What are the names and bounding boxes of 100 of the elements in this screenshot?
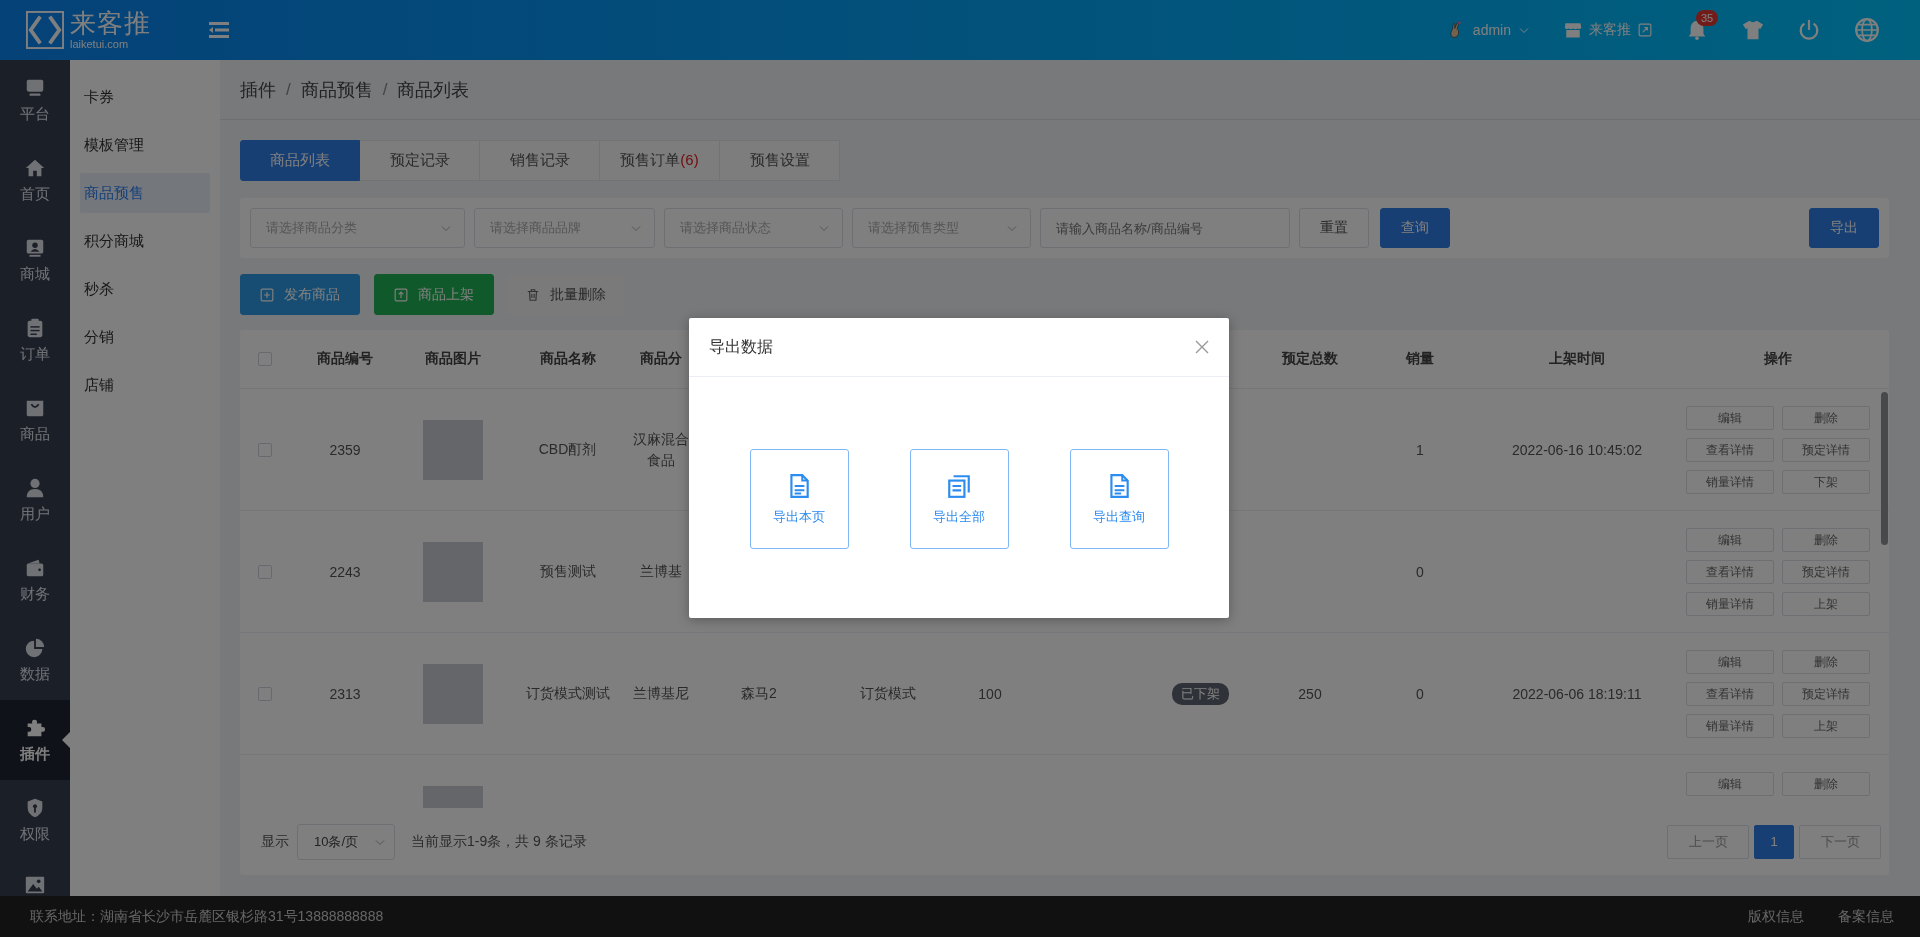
column-header: 商品名称 [539, 350, 596, 368]
checkbox[interactable] [258, 442, 272, 457]
tab[interactable]: 预售设置 [720, 140, 840, 181]
dialog-title: 导出数据 [709, 336, 773, 357]
nav-rail-item[interactable]: 插件 [0, 700, 70, 780]
external-link-icon [1638, 23, 1652, 37]
table-cell: 2313 [329, 685, 361, 702]
table-cell: 2022-06-06 18:19:11 [1512, 685, 1642, 702]
table-cell-line: 汉麻混合 [633, 429, 689, 449]
record-summary: 当前显示1-9条，共 9 条记录 [411, 832, 587, 851]
table-cell-line: 食品 [646, 450, 676, 470]
power-icon[interactable] [1798, 19, 1820, 41]
table-cell: 100 [978, 685, 1002, 702]
status-badge: 已下架 [1171, 682, 1229, 705]
row-action-button[interactable]: 预定详情 [1782, 682, 1870, 706]
column-header: 商品图片 [424, 350, 481, 368]
column-header: 预定总数 [1282, 350, 1338, 368]
submenu-item[interactable]: 积分商城 [80, 221, 210, 261]
tab[interactable]: 预定记录 [360, 140, 480, 181]
nav-rail-item[interactable]: 商品 [0, 380, 70, 460]
row-action-button[interactable]: 编辑 [1686, 650, 1774, 674]
breadcrumb-link[interactable]: 插件 [240, 77, 276, 102]
table-cell: 预售测试 [539, 562, 596, 581]
export-option-button[interactable]: 导出本页 [749, 449, 849, 549]
page-button[interactable]: 1 [1754, 824, 1794, 859]
menu-toggle-icon[interactable] [209, 21, 229, 39]
table-cell: 0 [1416, 685, 1424, 702]
row-action-button[interactable]: 删除 [1782, 772, 1870, 796]
footer-link[interactable]: 备案信息 [1838, 907, 1894, 926]
submenu-item[interactable]: 商品预售 [80, 173, 210, 213]
row-action-button[interactable]: 预定详情 [1782, 560, 1870, 584]
pie-chart-icon [24, 636, 46, 659]
store-link[interactable]: 来客推 [1564, 21, 1652, 39]
nav-rail-item[interactable]: 平台 [0, 60, 70, 140]
action-button[interactable]: 发布商品 [240, 274, 360, 315]
row-action-button[interactable]: 编辑 [1686, 406, 1774, 430]
submenu-item[interactable]: 模板管理 [80, 125, 210, 165]
nav-rail-item[interactable]: 用户 [0, 460, 70, 540]
table-cell: 1 [1416, 441, 1424, 458]
checkbox[interactable] [258, 686, 272, 701]
tab[interactable]: 预售订单(6) [600, 140, 720, 181]
table-cell: 2243 [329, 563, 361, 580]
export-option-button[interactable]: 导出全部 [909, 449, 1009, 549]
submenu-item[interactable]: 秒杀 [80, 269, 210, 309]
nav-rail-item[interactable]: 订单 [0, 300, 70, 380]
checkbox[interactable] [258, 564, 272, 579]
search-field[interactable]: 请输入商品名称/商品编号 [1040, 208, 1290, 248]
tab[interactable]: 销售记录 [480, 140, 600, 181]
row-action-button[interactable]: 查看详情 [1686, 560, 1774, 584]
row-action-button[interactable]: 查看详情 [1686, 682, 1774, 706]
page-size-label: 显示 [261, 832, 289, 851]
store-icon [1564, 21, 1582, 39]
row-action-button[interactable]: 销量详情 [1686, 714, 1774, 738]
action-button[interactable]: 商品上架 [374, 274, 494, 315]
query-button[interactable]: 查询 [1380, 208, 1450, 248]
globe-icon[interactable] [1854, 17, 1880, 43]
row-action-button[interactable]: 下架 [1782, 470, 1870, 494]
nav-rail-item[interactable]: 首页 [0, 140, 70, 220]
photo-placeholder [422, 419, 483, 480]
export-option-button[interactable]: 导出查询 [1069, 449, 1169, 549]
submenu-item[interactable]: 店铺 [80, 365, 210, 405]
column-header: 操作 [1764, 350, 1792, 368]
breadcrumb-link[interactable]: 商品预售 [300, 77, 373, 102]
table-cell: 森马2 [741, 684, 777, 703]
column-header: 上架时间 [1549, 350, 1605, 368]
nav-rail-item[interactable]: 数据 [0, 620, 70, 700]
submenu-item[interactable]: 卡券 [80, 77, 210, 117]
row-action-button[interactable]: 预定详情 [1782, 438, 1870, 462]
row-action-button[interactable]: 销量详情 [1686, 470, 1774, 494]
nav-rail-item[interactable]: 财务 [0, 540, 70, 620]
logo-icon [26, 11, 64, 49]
tab[interactable]: 商品列表 [240, 140, 360, 181]
table-cell: 0 [1416, 563, 1424, 580]
footer-link[interactable]: 版权信息 [1748, 907, 1804, 926]
row-action-button[interactable]: 查看详情 [1686, 438, 1774, 462]
row-action-button[interactable]: 编辑 [1686, 772, 1774, 796]
nav-rail-item[interactable]: 权限 [0, 780, 70, 860]
row-action-button[interactable]: 删除 [1782, 650, 1870, 674]
submenu-item[interactable]: 分销 [80, 317, 210, 357]
close-icon[interactable] [1195, 340, 1209, 354]
notification-count: 35 [1696, 10, 1719, 26]
user-icon [24, 476, 46, 499]
scrollbar-thumb[interactable] [1881, 392, 1888, 545]
reset-button[interactable]: 重置 [1299, 208, 1369, 248]
nav-rail-item[interactable]: 商城 [0, 220, 70, 300]
row-action-button[interactable]: 删除 [1782, 528, 1870, 552]
row-action-button[interactable]: 删除 [1782, 406, 1870, 430]
table-cell: 订货模式测试 [525, 684, 610, 703]
page-size-select[interactable]: 10条/页 [297, 823, 395, 860]
row-action-button[interactable]: 编辑 [1686, 528, 1774, 552]
table-cell: CBD酊剂 [538, 440, 597, 459]
logo-subtext: laiketui.com [70, 39, 130, 50]
user-menu[interactable]: admin [1447, 19, 1530, 41]
trash-icon [526, 287, 540, 302]
row-action-button[interactable]: 销量详情 [1686, 592, 1774, 616]
t-shirt-icon[interactable] [1742, 19, 1764, 41]
table-cell: 250 [1298, 685, 1322, 702]
checkbox[interactable] [258, 352, 272, 366]
column-header: 销量 [1406, 350, 1434, 368]
export-button[interactable]: 导出 [1809, 208, 1879, 248]
